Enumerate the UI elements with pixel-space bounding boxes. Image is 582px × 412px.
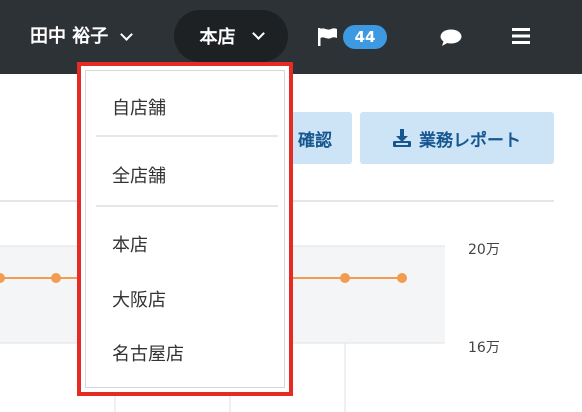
menu-icon[interactable] xyxy=(512,28,530,44)
series-point xyxy=(397,273,407,283)
confirm-button-label: 確認 xyxy=(298,130,332,151)
chevron-down-icon xyxy=(251,27,265,40)
y-axis-tick-label: 20万 xyxy=(468,242,500,258)
business-report-button[interactable]: 業務レポート xyxy=(360,112,554,164)
series-point xyxy=(340,273,350,283)
chat-icon[interactable] xyxy=(440,29,462,47)
store-dropdown-menu: 自店舗 全店舗 本店 大阪店 名古屋店 xyxy=(77,62,293,396)
dropdown-item-nagoya-store[interactable]: 名古屋店 xyxy=(112,340,184,366)
download-icon xyxy=(393,129,411,147)
y-axis-tick-label: 16万 xyxy=(468,340,500,356)
dropdown-divider xyxy=(96,135,278,137)
series-point xyxy=(51,273,61,283)
dropdown-item-all-stores[interactable]: 全店舗 xyxy=(112,162,166,188)
store-selector-label: 本店 xyxy=(199,27,236,48)
user-name: 田中 裕子 xyxy=(30,26,109,47)
notification-count-badge: 44 xyxy=(343,25,387,49)
store-selector[interactable]: 本店 xyxy=(174,10,288,62)
user-menu[interactable]: 田中 裕子 xyxy=(30,24,134,50)
dropdown-divider xyxy=(96,205,278,207)
dropdown-item-osaka-store[interactable]: 大阪店 xyxy=(112,286,166,312)
business-report-label: 業務レポート xyxy=(419,130,521,151)
notifications-button[interactable]: 44 xyxy=(318,24,387,50)
chevron-down-icon xyxy=(120,28,134,41)
flag-icon xyxy=(318,28,337,46)
dropdown-item-own-store[interactable]: 自店舗 xyxy=(112,94,166,120)
store-dropdown-list: 自店舗 全店舗 本店 大阪店 名古屋店 xyxy=(85,70,285,388)
dropdown-item-main-store[interactable]: 本店 xyxy=(112,231,148,257)
